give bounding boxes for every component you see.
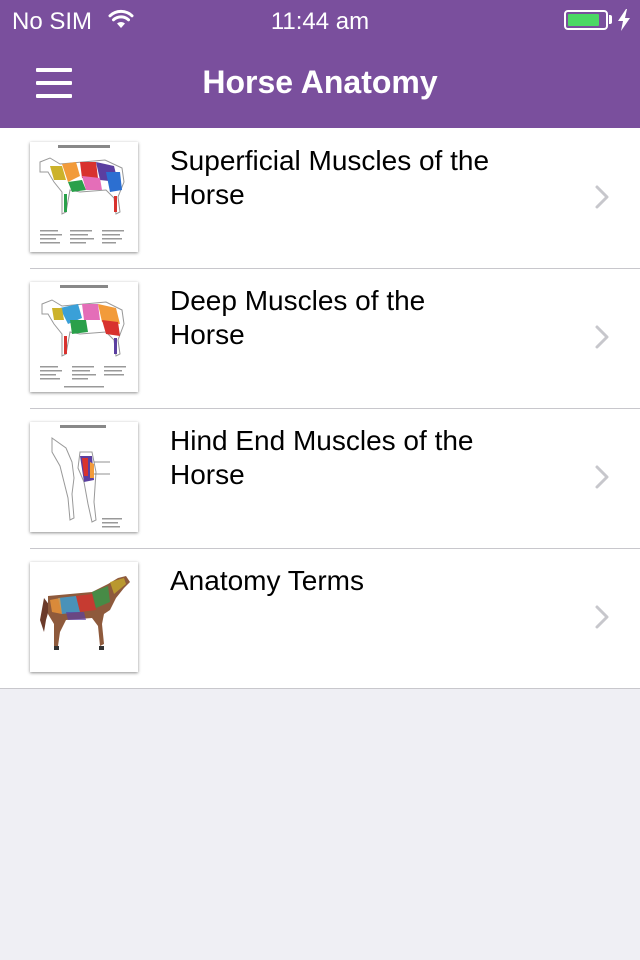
list-item-label: Anatomy Terms — [170, 565, 364, 596]
chevron-right-icon — [595, 605, 609, 629]
chevron-right-icon — [595, 325, 609, 349]
list-item[interactable]: Superficial Muscles of the Horse — [0, 128, 640, 268]
chevron-right-icon — [595, 185, 609, 209]
status-bar: No SIM 11:44 am — [0, 0, 640, 40]
painted-horse-thumbnail — [30, 562, 138, 672]
list-item[interactable]: Anatomy Terms — [0, 548, 640, 688]
deep-muscles-thumbnail — [30, 282, 138, 392]
charging-bolt-icon — [618, 9, 630, 31]
battery-level-fill — [568, 14, 599, 26]
list-item-label: Deep Muscles of the Horse — [170, 285, 426, 350]
list-item-label: Superficial Muscles of the Horse — [170, 145, 490, 210]
content-list: Superficial Muscles of the Horse Deep Mu… — [0, 128, 640, 689]
hind-end-muscles-thumbnail — [30, 422, 138, 532]
page-title: Horse Anatomy — [202, 64, 438, 100]
superficial-muscles-thumbnail — [30, 142, 138, 252]
list-item[interactable]: Deep Muscles of the Horse — [0, 268, 640, 408]
battery-nub — [609, 15, 612, 24]
nav-header: No SIM 11:44 am Horse Anatomy — [0, 0, 640, 128]
battery-icon — [564, 10, 608, 30]
chevron-right-icon — [595, 465, 609, 489]
status-time: 11:44 am — [270, 8, 370, 35]
list-item[interactable]: Hind End Muscles of the Horse — [0, 408, 640, 548]
list-item-label: Hind End Muscles of the Horse — [170, 425, 474, 490]
